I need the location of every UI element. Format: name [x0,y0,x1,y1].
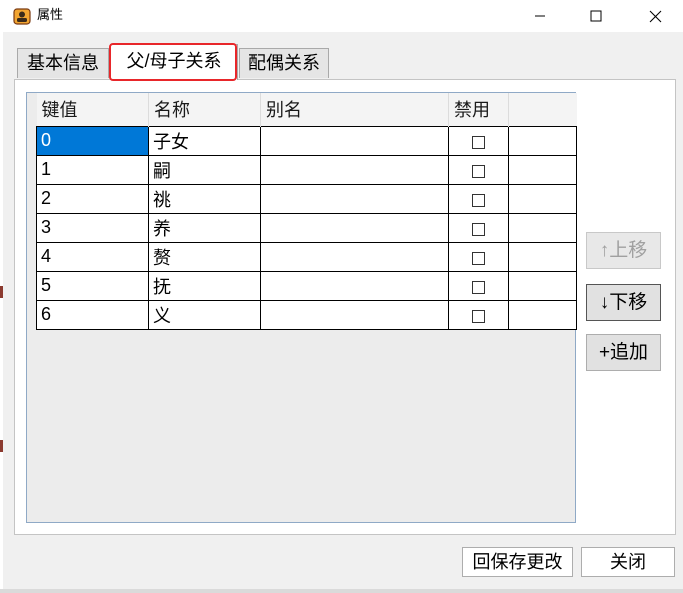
table-row[interactable]: 4 赘 [36,241,577,272]
cell-alias[interactable] [260,154,449,185]
cell-disabled[interactable] [448,299,509,330]
close-window-button[interactable] [632,0,678,32]
cell-disabled[interactable] [448,183,509,214]
cell-filler [508,212,577,243]
tab-parent-child[interactable]: 父/母子关系 [110,44,238,80]
table-row[interactable]: 3 养 [36,212,577,243]
cell-filler [508,125,577,156]
cell-disabled[interactable] [448,270,509,301]
close-button[interactable]: 关闭 [581,547,675,577]
minimize-icon [535,15,545,17]
cell-alias[interactable] [260,241,449,272]
cell-filler [508,241,577,272]
cell-disabled[interactable] [448,212,509,243]
edge-marker [0,440,3,452]
cell-filler [508,270,577,301]
cell-key[interactable]: 3 [36,212,149,243]
cell-filler [508,299,577,330]
column-header-key[interactable]: 键值 [36,93,149,126]
cell-disabled[interactable] [448,125,509,156]
cell-name[interactable]: 赘 [148,241,261,272]
window-title: 属性 [37,8,64,23]
save-changes-button[interactable]: 回保存更改 [462,547,573,577]
maximize-button[interactable] [573,0,619,32]
cell-name[interactable]: 祧 [148,183,261,214]
cell-filler [508,183,577,214]
disabled-checkbox[interactable] [472,223,485,236]
cell-name[interactable]: 养 [148,212,261,243]
relation-grid: 键值 名称 别名 禁用 0 子女 1 嗣 2 祧 3 养 4 赘 5 抚 6 义 [36,93,577,330]
move-up-button[interactable]: ↑上移 [586,232,661,269]
column-header-disabled[interactable]: 禁用 [448,93,509,126]
title-bar: 属性 [0,0,683,32]
tab-basic-info[interactable]: 基本信息 [17,48,109,78]
close-icon [649,10,661,22]
cell-key[interactable]: 2 [36,183,149,214]
table-row[interactable]: 1 嗣 [36,154,577,185]
disabled-checkbox[interactable] [472,252,485,265]
cell-name[interactable]: 嗣 [148,154,261,185]
left-edge [0,32,3,593]
cell-key[interactable]: 6 [36,299,149,330]
cell-disabled[interactable] [448,154,509,185]
cell-key[interactable]: 4 [36,241,149,272]
disabled-checkbox[interactable] [472,281,485,294]
tab-spouse[interactable]: 配偶关系 [239,48,329,78]
table-row[interactable]: 2 祧 [36,183,577,214]
disabled-checkbox[interactable] [472,165,485,178]
move-down-button[interactable]: ↓下移 [586,284,661,321]
cell-key[interactable]: 0 [36,125,149,156]
minimize-button[interactable] [517,0,563,32]
disabled-checkbox[interactable] [472,136,485,149]
cell-alias[interactable] [260,183,449,214]
cell-name[interactable]: 子女 [148,125,261,156]
column-header-name[interactable]: 名称 [148,93,261,126]
append-button[interactable]: +追加 [586,334,661,371]
cell-filler [508,154,577,185]
edge-marker [0,286,3,298]
cell-alias[interactable] [260,125,449,156]
cell-name[interactable]: 义 [148,299,261,330]
cell-key[interactable]: 5 [36,270,149,301]
disabled-checkbox[interactable] [472,310,485,323]
table-row[interactable]: 0 子女 [36,125,577,156]
cell-alias[interactable] [260,270,449,301]
table-row[interactable]: 6 义 [36,299,577,330]
table-row[interactable]: 5 抚 [36,270,577,301]
properties-window: 属性 基本信息 父/母子关系 配偶关系 键值 名称 别名 禁用 0 子女 1 嗣… [0,0,683,593]
column-header-alias[interactable]: 别名 [260,93,449,126]
disabled-checkbox[interactable] [472,194,485,207]
app-icon [13,8,31,25]
column-header-filler [508,93,577,126]
cell-alias[interactable] [260,212,449,243]
grid-header: 键值 名称 别名 禁用 [36,93,577,126]
cell-name[interactable]: 抚 [148,270,261,301]
cell-alias[interactable] [260,299,449,330]
maximize-icon [590,10,602,22]
bottom-edge [0,589,683,593]
cell-disabled[interactable] [448,241,509,272]
cell-key[interactable]: 1 [36,154,149,185]
